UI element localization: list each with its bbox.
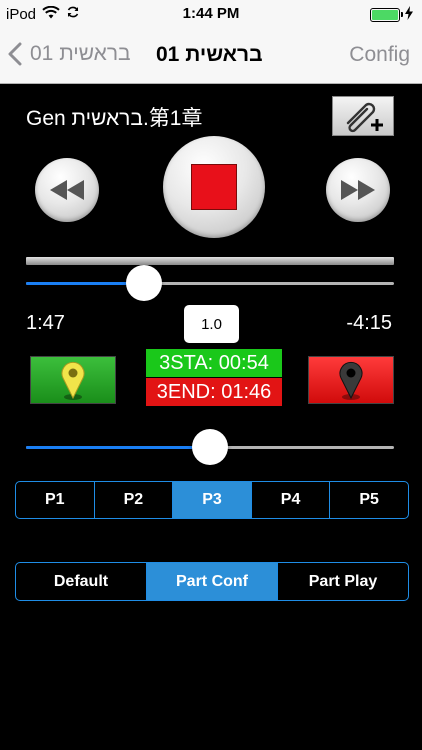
stop-icon — [191, 164, 237, 210]
mode-segmented-control: Default Part Conf Part Play — [15, 562, 409, 601]
nav-title: 01 בראשית — [156, 43, 263, 66]
mode-tab-default[interactable]: Default — [16, 563, 147, 600]
elapsed-time: 1:47 — [26, 312, 65, 334]
status-time: 1:44 PM — [182, 5, 240, 22]
attach-button[interactable] — [332, 96, 394, 136]
back-label: 01 בראשית — [30, 42, 131, 65]
config-button[interactable]: Config — [349, 43, 410, 67]
rewind-icon — [50, 180, 84, 200]
fast-forward-icon — [341, 180, 375, 200]
status-right — [370, 6, 414, 23]
chevron-left-icon — [8, 42, 22, 66]
mode-tab-part-play[interactable]: Part Play — [278, 563, 408, 600]
status-bar: iPod 1:44 PM — [0, 0, 422, 28]
track-title: Gen בראשית.第1章 — [26, 107, 203, 130]
part-tab-p3[interactable]: P3 — [173, 482, 252, 518]
part-tab-p4[interactable]: P4 — [252, 482, 331, 518]
slider-thumb[interactable] — [125, 265, 162, 301]
slider-fill — [26, 446, 210, 449]
remaining-time: -4:15 — [346, 312, 392, 334]
paperclip-plus-icon — [346, 102, 383, 133]
battery-fill — [372, 9, 398, 20]
start-marker-label: 3STA: 00:54 — [146, 349, 282, 377]
position-slider[interactable] — [26, 263, 394, 303]
rewind-button[interactable] — [35, 158, 99, 222]
end-marker-label: 3END: 01:46 — [146, 378, 282, 406]
map-pin-icon — [339, 361, 363, 400]
battery-icon — [370, 7, 403, 22]
stop-button[interactable] — [163, 136, 265, 238]
fast-forward-button[interactable] — [326, 158, 390, 222]
map-pin-icon — [61, 361, 85, 400]
part-tab-p5[interactable]: P5 — [330, 482, 408, 518]
charging-icon — [404, 6, 414, 23]
set-start-marker-button[interactable] — [30, 356, 116, 404]
parts-segmented-control: P1 P2 P3 P4 P5 — [15, 481, 409, 519]
speed-field[interactable]: 1.0 — [184, 305, 239, 343]
slider-thumb[interactable] — [192, 429, 228, 465]
set-end-marker-button[interactable] — [308, 356, 394, 404]
mode-tab-part-conf[interactable]: Part Conf — [147, 563, 278, 600]
navigation-bar: 01 בראשית 01 בראשית Config — [0, 28, 422, 84]
part-tab-p2[interactable]: P2 — [95, 482, 174, 518]
part-tab-p1[interactable]: P1 — [16, 482, 95, 518]
back-button[interactable]: 01 בראשית — [8, 42, 131, 66]
range-slider[interactable] — [26, 427, 394, 467]
